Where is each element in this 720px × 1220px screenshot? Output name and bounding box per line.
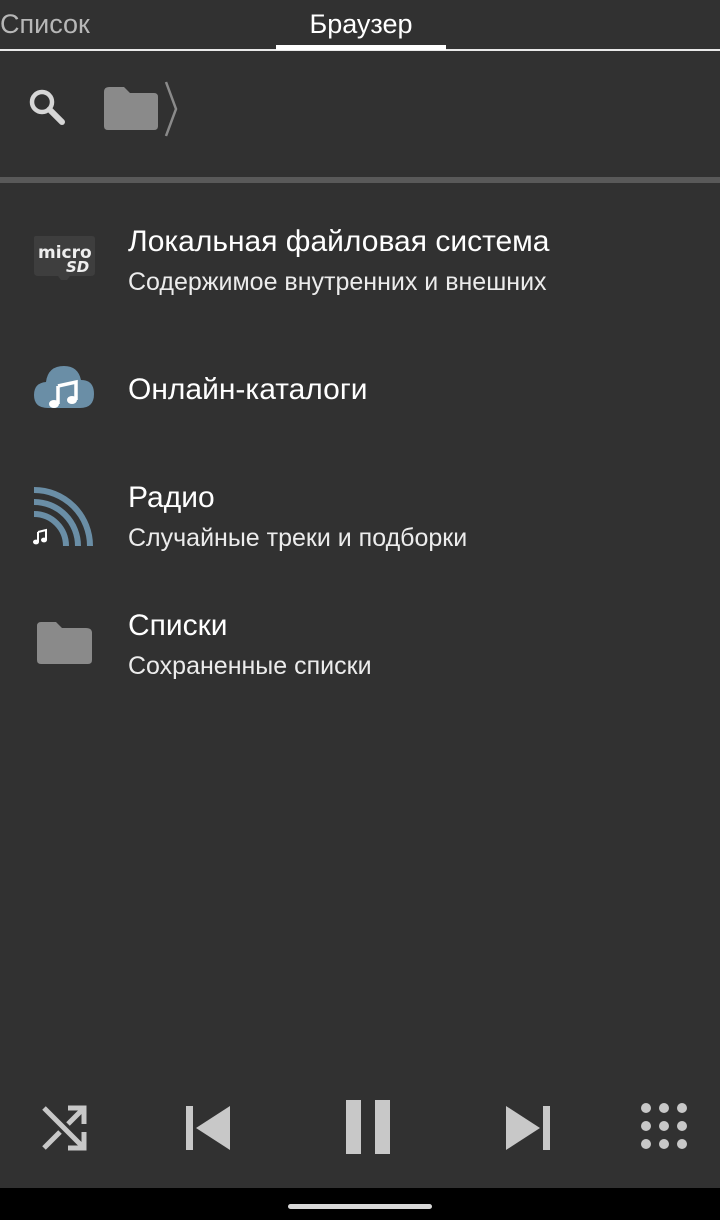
tab-browser[interactable]: Браузер [276, 6, 446, 42]
menu-button[interactable] [632, 1096, 696, 1160]
radio-icon [30, 484, 98, 552]
list-item-subtitle: Случайные треки и подборки [128, 524, 468, 552]
system-navigation-bar [0, 1188, 720, 1220]
search-icon [29, 89, 65, 125]
list-item-title: Локальная файловая система [128, 225, 550, 258]
toolbar-separator [0, 177, 720, 183]
breadcrumb-root[interactable] [100, 82, 162, 136]
list-item-title: Списки [128, 609, 228, 642]
browser-toolbar [0, 52, 720, 176]
pause-icon [346, 1100, 390, 1154]
skip-next-icon [506, 1106, 550, 1150]
skip-previous-icon [186, 1106, 230, 1150]
search-button[interactable] [24, 84, 70, 130]
shuffle-button[interactable] [32, 1096, 96, 1160]
list-item-local-filesystem[interactable]: micro SD Локальная файловая система Соде… [0, 210, 720, 320]
list-item-title: Онлайн-каталоги [128, 373, 368, 406]
previous-button[interactable] [176, 1096, 240, 1160]
folder-icon [34, 618, 102, 686]
list-item-title: Радио [128, 481, 215, 514]
tab-bar: Список Браузер [0, 0, 720, 52]
folder-icon [104, 87, 158, 130]
shuffle-icon [42, 1105, 87, 1151]
list-item-radio[interactable]: Радио Случайные треки и подборки [0, 466, 720, 576]
list-item-online-catalogs[interactable]: Онлайн-каталоги [0, 340, 720, 440]
grid-menu-icon [641, 1103, 687, 1149]
list-item-subtitle: Содержимое внутренних и внешних [128, 268, 547, 296]
svg-text:SD: SD [66, 258, 89, 276]
tab-list[interactable]: Список [0, 6, 90, 42]
pause-button[interactable] [336, 1096, 400, 1160]
chevron-right-icon [164, 81, 178, 137]
tab-active-indicator [276, 45, 446, 50]
home-gesture-handle[interactable] [288, 1204, 432, 1209]
microsd-icon: micro SD [30, 234, 98, 302]
list-item-subtitle: Сохраненные списки [128, 652, 372, 680]
breadcrumb-separator [162, 78, 182, 140]
list-item-playlists[interactable]: Списки Сохраненные списки [0, 594, 720, 704]
next-button[interactable] [496, 1096, 560, 1160]
app-root: Список Браузер micro SD Локальная файлов… [0, 0, 720, 1220]
cloud-music-icon [30, 356, 98, 424]
player-controls [0, 1080, 720, 1180]
